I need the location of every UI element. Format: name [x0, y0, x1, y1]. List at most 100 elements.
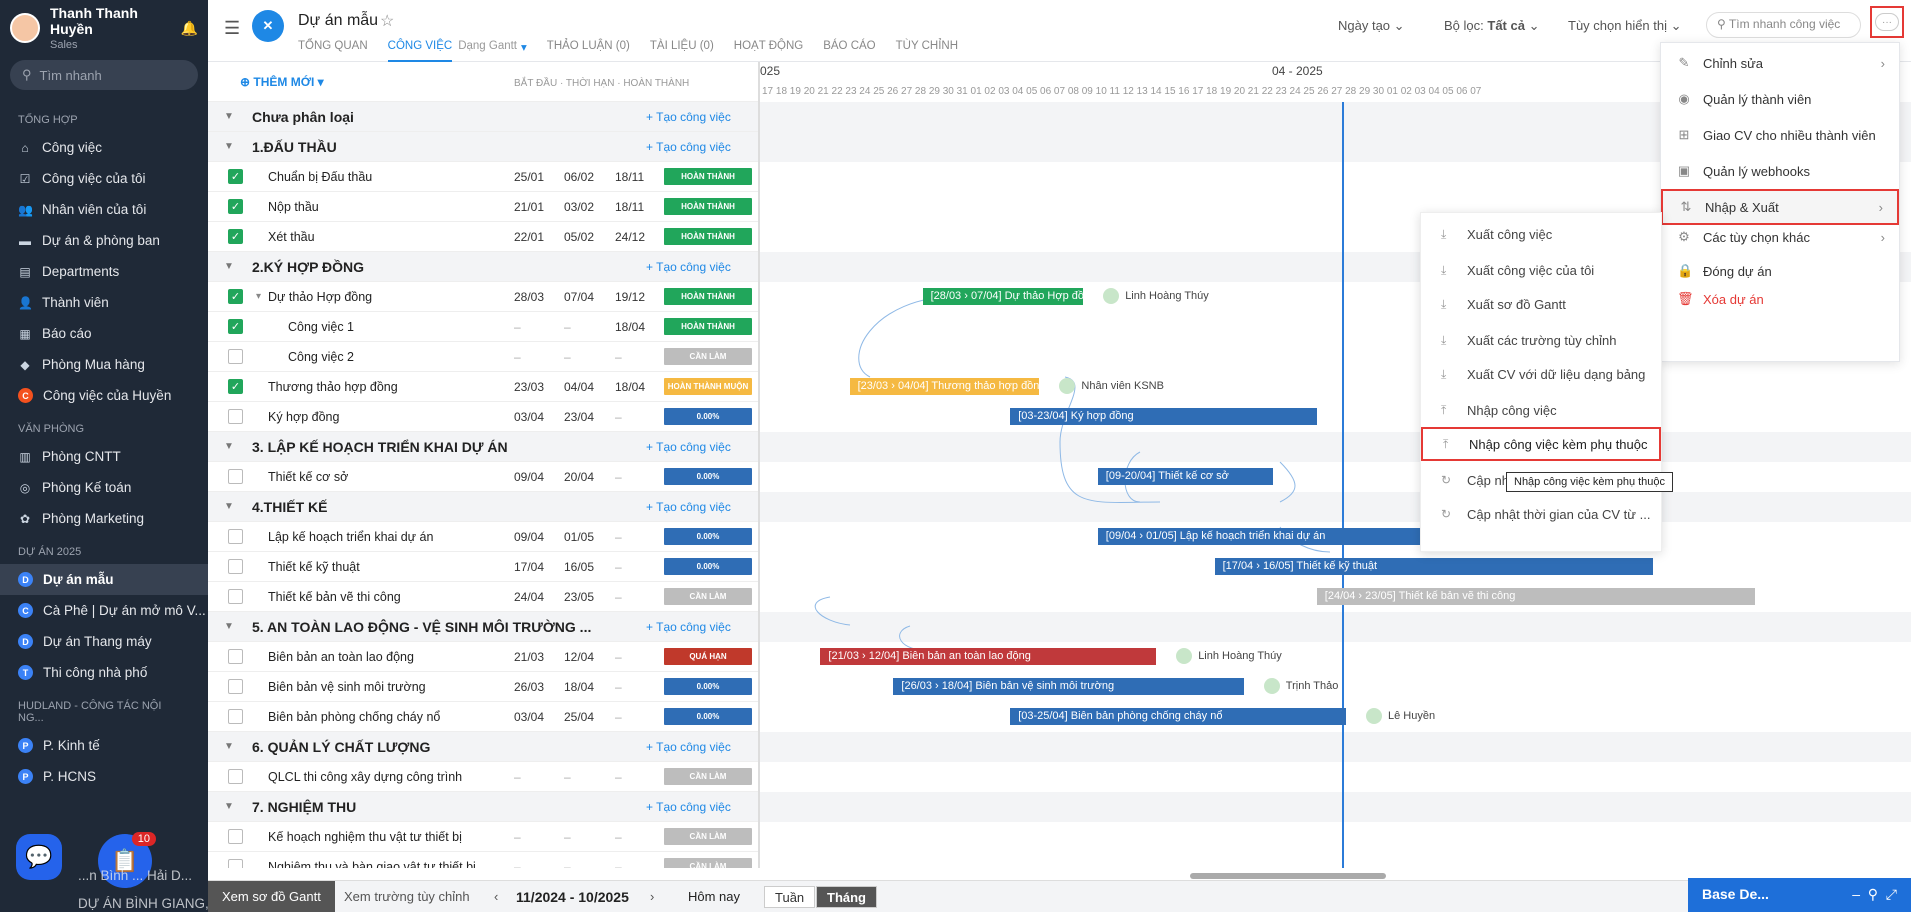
create-task-link[interactable]: + Tạo công việc — [646, 440, 731, 454]
sidebar-item[interactable]: C Cà Phê | Dự án mở mô V... — [0, 595, 208, 626]
status-badge[interactable]: 0.00% — [664, 468, 752, 485]
sidebar-section-title[interactable]: HUDLAND - CÔNG TÁC NỘI NG... — [0, 688, 208, 730]
table-row[interactable]: Kế hoạch nghiệm thu vật tư thiết bị – – – CẦ… — [208, 822, 758, 852]
menu-item-7[interactable]: 🗑 Xóa dự án — [1661, 281, 1899, 317]
task-name[interactable]: Thiết kế kỹ thuật — [268, 560, 360, 574]
sidebar-section-title[interactable]: TỔNG HỢP — [0, 102, 208, 132]
tab-6[interactable]: TÙY CHỈNH — [896, 40, 958, 62]
status-badge[interactable]: CẦN LÀM — [664, 858, 752, 868]
status-badge[interactable]: QUÁ HẠN — [664, 648, 752, 665]
submenu-item-6[interactable]: ⤒ Nhập công việc kèm phụ thuộc — [1421, 427, 1661, 461]
menu-item-2[interactable]: ⊞ Giao CV cho nhiều thành viên — [1661, 117, 1899, 153]
menu-icon[interactable]: ☰ — [224, 18, 240, 39]
submenu-item-1[interactable]: ⤓ Xuất công việc của tôi — [1421, 253, 1661, 287]
month-toggle[interactable]: Tháng — [816, 886, 877, 908]
collapse-icon[interactable]: ▼ — [224, 501, 234, 512]
task-name[interactable]: Biên bản phòng chống cháy nổ — [268, 710, 440, 724]
task-name[interactable]: Thiết kế bản vẽ thi công — [268, 590, 401, 604]
task-checkbox[interactable] — [228, 829, 243, 844]
task-checkbox[interactable] — [228, 529, 243, 544]
create-task-link[interactable]: + Tạo công việc — [646, 740, 731, 754]
task-name[interactable]: Xét thầu — [268, 230, 315, 244]
table-row[interactable]: Thiết kế kỹ thuật 17/04 16/05 – 0.00% — [208, 552, 758, 582]
sidebar-search[interactable]: ⚲ Tìm nhanh — [10, 60, 198, 90]
today-button[interactable]: Hôm nay — [688, 889, 740, 904]
sidebar-item[interactable]: ▤ Departments — [0, 256, 208, 287]
table-row[interactable]: Thiết kế bản vẽ thi công 24/04 23/05 – CẦN L… — [208, 582, 758, 612]
task-name[interactable]: Công việc 1 — [288, 320, 354, 334]
custom-fields-button[interactable]: Xem trường tùy chỉnh — [344, 889, 470, 904]
chevron-down-icon[interactable]: ▾ — [521, 40, 527, 62]
filter-dropdown[interactable]: Bộ lọc: Tất cả ⌄ — [1444, 18, 1539, 34]
table-row[interactable]: Biên bản an toàn lao động 21/03 12/04 – QUÁ … — [208, 642, 758, 672]
table-row[interactable]: QLCL thi công xây dựng công trình – – – CẦN … — [208, 762, 758, 792]
status-badge[interactable]: HOÀN THÀNH — [664, 198, 752, 215]
create-task-link[interactable]: + Tạo công việc — [646, 620, 731, 634]
collapse-icon[interactable]: ▼ — [224, 801, 234, 812]
task-checkbox[interactable]: ✓ — [228, 379, 243, 394]
task-name[interactable]: QLCL thi công xây dựng công trình — [268, 770, 462, 784]
week-toggle[interactable]: Tuần — [764, 886, 816, 908]
gantt-bar[interactable]: [17/04 › 16/05] Thiết kế kỹ thuật — [1214, 558, 1653, 575]
sidebar-item[interactable]: P P. Kinh tế — [0, 730, 208, 761]
sidebar-item[interactable]: T Thi công nhà phố — [0, 657, 208, 688]
gantt-bar[interactable]: [23/03 › 04/04] Thương thảo hợp đồng — [849, 378, 1040, 395]
gantt-bar[interactable]: [03-25/04] Biên bản phòng chống cháy nổ — [1010, 708, 1346, 725]
table-row[interactable]: ✓ Công việc 1 – – 18/04 HOÀN THÀNH — [208, 312, 758, 342]
gantt-bar[interactable]: [28/03 › 07/04] Dự thảo Hợp đồng — [922, 288, 1084, 305]
sidebar-item[interactable]: 👥 Nhân viên của tôi — [0, 194, 208, 225]
table-row[interactable]: ✓ Thương thảo hợp đồng 23/03 04/04 18/04 HOÀN… — [208, 372, 758, 402]
table-row[interactable]: Nghiệm thu và bàn giao vật tư thiết bị – –… — [208, 852, 758, 868]
status-badge[interactable]: 0.00% — [664, 558, 752, 575]
task-checkbox[interactable] — [228, 859, 243, 868]
task-checkbox[interactable] — [228, 469, 243, 484]
gantt-bar[interactable]: [03-23/04] Ký hợp đồng — [1010, 408, 1317, 425]
sidebar-item[interactable]: ▦ Báo cáo — [0, 318, 208, 349]
table-row[interactable]: Biên bản vệ sinh môi trường 26/03 18/04 – 0.… — [208, 672, 758, 702]
tab-5[interactable]: BÁO CÁO — [823, 40, 875, 62]
menu-item-5[interactable]: ⚙ Các tùy chọn khác › — [1661, 219, 1899, 255]
submenu-item-2[interactable]: ⤓ Xuất sơ đồ Gantt — [1421, 287, 1661, 321]
star-icon[interactable]: ☆ — [380, 11, 394, 31]
status-badge[interactable]: HOÀN THÀNH — [664, 228, 752, 245]
user-profile[interactable]: Thanh Thanh Huyền Sales 🔔 — [0, 0, 208, 56]
task-name[interactable]: Nghiệm thu và bàn giao vật tư thiết bị — [268, 860, 476, 869]
gantt-bar[interactable]: [09-20/04] Thiết kế cơ sở — [1097, 468, 1273, 485]
sidebar-item[interactable]: ◆ Phòng Mua hàng — [0, 349, 208, 380]
tab-3[interactable]: TÀI LIỆU (0) — [650, 40, 714, 62]
tab-4[interactable]: HOẠT ĐỘNG — [734, 40, 803, 62]
status-badge[interactable]: 0.00% — [664, 408, 752, 425]
gantt-bar[interactable]: [26/03 › 18/04] Biên bản vệ sinh môi trư… — [893, 678, 1244, 695]
display-options[interactable]: Tùy chọn hiển thị ⌄ — [1568, 18, 1682, 34]
task-checkbox[interactable] — [228, 409, 243, 424]
collapse-icon[interactable]: ▼ — [224, 441, 234, 452]
submenu-item-5[interactable]: ⤒ Nhập công việc — [1421, 393, 1661, 427]
table-row[interactable]: Công việc 2 – – – CẦN LÀM — [208, 342, 758, 372]
task-name[interactable]: Lập kế hoạch triển khai dự án — [268, 530, 433, 544]
sidebar-item[interactable]: ☑ Công việc của tôi — [0, 163, 208, 194]
task-name[interactable]: Thiết kế cơ sở — [268, 470, 348, 484]
sidebar-item[interactable]: D Dự án Thang máy — [0, 626, 208, 657]
task-checkbox[interactable] — [228, 559, 243, 574]
status-badge[interactable]: CẦN LÀM — [664, 348, 752, 365]
task-name[interactable]: Chuẩn bị Đấu thầu — [268, 170, 372, 184]
next-range-icon[interactable]: › — [650, 889, 654, 904]
tab-0[interactable]: TỔNG QUAN — [298, 40, 368, 62]
table-row[interactable]: ✓ Dự thảo Hợp đồng ▾ 28/03 07/04 19/12 HOÀN TH… — [208, 282, 758, 312]
create-task-link[interactable]: + Tạo công việc — [646, 140, 731, 154]
task-checkbox[interactable]: ✓ — [228, 289, 243, 304]
task-name[interactable]: Biên bản vệ sinh môi trường — [268, 680, 426, 694]
task-checkbox[interactable]: ✓ — [228, 229, 243, 244]
add-new-button[interactable]: ⊕ THÊM MỚI ▾ — [240, 75, 324, 89]
task-name[interactable]: Công việc 2 — [288, 350, 354, 364]
table-row[interactable]: ✓ Xét thầu 22/01 05/02 24/12 HOÀN THÀNH — [208, 222, 758, 252]
submenu-item-3[interactable]: ⤓ Xuất các trường tùy chỉnh — [1421, 323, 1661, 357]
table-row[interactable]: Thiết kế cơ sở 09/04 20/04 – 0.00% — [208, 462, 758, 492]
status-badge[interactable]: CẦN LÀM — [664, 768, 752, 785]
status-badge[interactable]: HOÀN THÀNH MUỘN — [664, 378, 752, 395]
table-row[interactable]: Ký hợp đồng 03/04 23/04 – 0.00% — [208, 402, 758, 432]
bell-icon[interactable]: 🔔 — [181, 20, 198, 37]
status-badge[interactable]: 0.00% — [664, 528, 752, 545]
table-row[interactable]: ✓ Nộp thầu 21/01 03/02 18/11 HOÀN THÀNH — [208, 192, 758, 222]
status-badge[interactable]: HOÀN THÀNH — [664, 318, 752, 335]
